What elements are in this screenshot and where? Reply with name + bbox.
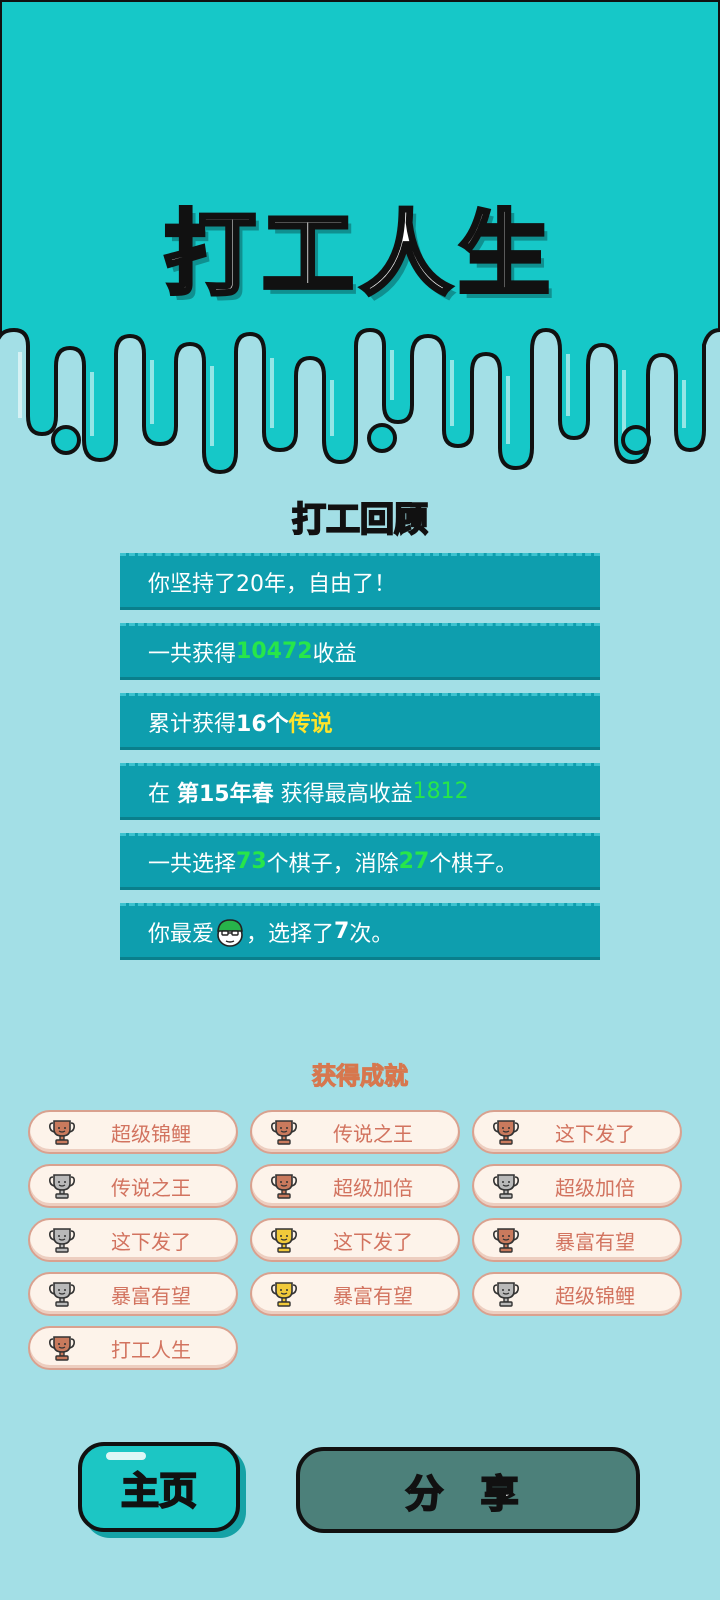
trophy-icon xyxy=(493,1282,519,1307)
legend-count-value: 16个 xyxy=(236,711,289,737)
review-text: 你坚持了20年，自由了！ xyxy=(148,571,396,597)
review-list: 你坚持了20年，自由了！ 一共获得 10472 收益 累计获得 16个 传说 在… xyxy=(120,553,600,973)
highest-earnings-value: 1812 xyxy=(412,779,469,804)
home-button-label: 主页 xyxy=(120,1468,198,1514)
trophy-icon xyxy=(493,1120,519,1145)
trophy-icon xyxy=(271,1174,297,1199)
trophy-icon xyxy=(271,1120,297,1145)
achievement-label: 超级加倍 xyxy=(333,1175,413,1200)
achievement-badge: 这下发了 xyxy=(28,1218,238,1262)
total-earnings-value: 10472 xyxy=(236,639,313,664)
achievement-badge: 超级加倍 xyxy=(250,1164,460,1208)
review-text: 收益 xyxy=(312,641,357,667)
trophy-icon xyxy=(49,1336,75,1361)
pieces-chosen-value: 73 xyxy=(236,849,267,874)
share-button-label: 分 享 xyxy=(404,1471,531,1517)
best-season-value: 第15年春 xyxy=(177,781,274,807)
green-cap-character-icon xyxy=(217,918,243,947)
trophy-icon xyxy=(493,1174,519,1199)
achievement-badge: 传说之王 xyxy=(250,1110,460,1154)
home-button[interactable]: 主页 xyxy=(78,1442,240,1532)
review-row-earnings: 一共获得 10472 收益 xyxy=(120,623,600,680)
trophy-icon xyxy=(493,1228,519,1253)
review-row-best-season: 在 第15年春 获得最高收益 1812 xyxy=(120,763,600,820)
achievement-badge: 超级加倍 xyxy=(472,1164,682,1208)
achievement-badge: 超级锦鲤 xyxy=(28,1110,238,1154)
review-row-legends: 累计获得 16个 传说 xyxy=(120,693,600,750)
achievement-label: 传说之王 xyxy=(111,1175,191,1200)
achievement-badge: 打工人生 xyxy=(28,1326,238,1370)
review-text: 个棋子。 xyxy=(429,851,518,877)
achievement-label: 传说之王 xyxy=(333,1121,413,1146)
trophy-icon xyxy=(271,1228,297,1253)
review-text: 个棋子，消除 xyxy=(266,851,399,877)
favorite-count-value: 7 xyxy=(334,919,350,944)
app-title: 打工人生 xyxy=(162,199,556,310)
review-section-title: 打工回顾 xyxy=(291,499,429,541)
review-text: 一共选择 xyxy=(148,851,237,877)
achievements-title: 获得成就 xyxy=(312,1062,409,1091)
legend-label: 传说 xyxy=(288,711,333,737)
achievement-badge: 暴富有望 xyxy=(250,1272,460,1316)
achievement-badge: 这下发了 xyxy=(250,1218,460,1262)
review-text: 你最爱 xyxy=(148,921,215,947)
trophy-icon xyxy=(271,1282,297,1307)
achievement-badge: 超级锦鲤 xyxy=(472,1272,682,1316)
achievement-label: 暴富有望 xyxy=(111,1283,191,1308)
achievement-label: 超级锦鲤 xyxy=(555,1283,635,1308)
achievement-badge: 这下发了 xyxy=(472,1110,682,1154)
achievement-label: 暴富有望 xyxy=(555,1229,635,1254)
trophy-icon xyxy=(49,1174,75,1199)
achievement-label: 这下发了 xyxy=(555,1121,635,1146)
achievement-label: 暴富有望 xyxy=(333,1283,413,1308)
achievement-badge: 暴富有望 xyxy=(28,1272,238,1316)
review-text: 累计获得 xyxy=(148,711,237,737)
achievement-badge: 暴富有望 xyxy=(472,1218,682,1262)
share-button[interactable]: 分 享 xyxy=(296,1447,640,1533)
achievement-label: 超级加倍 xyxy=(555,1175,635,1200)
review-row-years: 你坚持了20年，自由了！ xyxy=(120,553,600,610)
pieces-removed-value: 27 xyxy=(398,849,430,874)
trophy-icon xyxy=(49,1120,75,1145)
achievement-label: 这下发了 xyxy=(111,1229,191,1254)
achievement-label: 这下发了 xyxy=(333,1229,413,1254)
review-text: 获得最高收益 xyxy=(273,781,413,807)
trophy-icon xyxy=(49,1282,75,1307)
review-text: ，选择了 xyxy=(246,921,335,947)
review-text: 在 xyxy=(148,781,177,807)
button-shine xyxy=(106,1452,146,1460)
review-text: 次。 xyxy=(349,921,394,947)
achievement-badge: 传说之王 xyxy=(28,1164,238,1208)
review-row-favorite: 你最爱 ，选择了 7 次。 xyxy=(120,903,600,960)
review-text: 一共获得 xyxy=(148,641,237,667)
achievement-label: 打工人生 xyxy=(111,1337,191,1362)
review-row-pieces: 一共选择 73 个棋子，消除 27 个棋子。 xyxy=(120,833,600,890)
trophy-icon xyxy=(49,1228,75,1253)
achievement-label: 超级锦鲤 xyxy=(111,1121,191,1146)
